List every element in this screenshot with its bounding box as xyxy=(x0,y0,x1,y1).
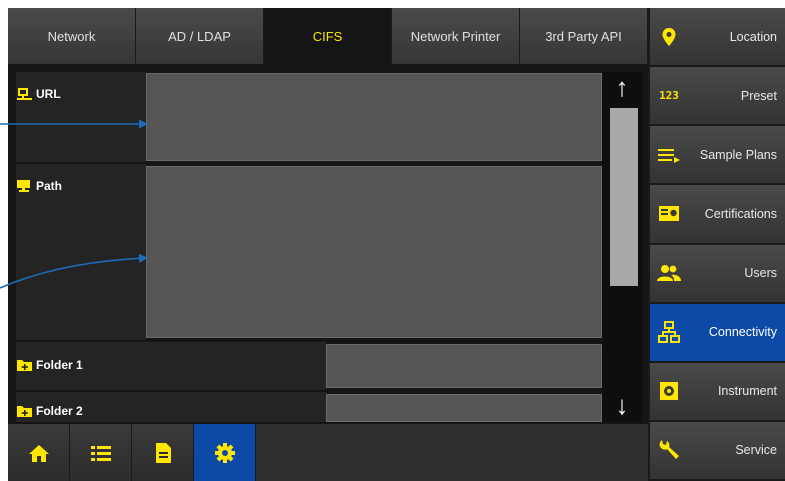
network-drive-icon xyxy=(16,87,33,101)
users-icon xyxy=(656,262,682,284)
tab-bar: Network AD / LDAP CIFS Network Printer 3… xyxy=(8,8,648,64)
home-button[interactable] xyxy=(8,424,70,481)
device-screen: Network AD / LDAP CIFS Network Printer 3… xyxy=(8,8,785,481)
sidebar-item-label: Sample Plans xyxy=(699,147,777,162)
url-input[interactable] xyxy=(146,73,602,161)
network-icon xyxy=(656,321,682,344)
sidebar-item-label: Instrument xyxy=(717,384,777,399)
sidebar-item-service[interactable]: Service xyxy=(650,421,785,479)
sidebar-item-label: Preset xyxy=(740,88,777,103)
url-label-text: URL xyxy=(36,87,61,101)
sidebar-item-sample-plans[interactable]: Sample Plans xyxy=(650,126,785,184)
sidebar-item-label: Connectivity xyxy=(708,325,777,340)
tab-cifs[interactable]: CIFS xyxy=(264,8,392,64)
folder2-input[interactable] xyxy=(326,394,602,422)
sidebar-item-preset[interactable]: 123 Preset xyxy=(650,67,785,125)
settings-button[interactable] xyxy=(194,424,256,481)
list-button[interactable] xyxy=(70,424,132,481)
scroll-thumb[interactable] xyxy=(610,108,638,286)
sidebar-item-instrument[interactable]: Instrument xyxy=(650,362,785,420)
sidebar-item-connectivity[interactable]: Connectivity xyxy=(650,303,785,361)
sidebar-item-label: Certifications xyxy=(704,206,777,221)
url-row xyxy=(16,72,146,162)
path-label-text: Path xyxy=(36,179,63,193)
certificate-icon xyxy=(656,203,682,225)
instrument-icon xyxy=(656,380,682,402)
tab-network-printer[interactable]: Network Printer xyxy=(392,8,520,64)
path-label: Path xyxy=(16,179,62,193)
sidebar-item-label: Users xyxy=(744,266,777,281)
folder2-label: Folder 2 xyxy=(16,404,83,418)
folder-add-icon xyxy=(16,404,33,418)
tab-3rd-party-api[interactable]: 3rd Party API xyxy=(520,8,648,64)
wrench-icon xyxy=(656,439,682,461)
sidebar-item-location[interactable]: Location xyxy=(650,8,785,66)
url-label: URL xyxy=(16,87,61,101)
document-icon xyxy=(155,442,171,463)
scroll-down-arrow-icon[interactable]: ↓ xyxy=(602,390,642,420)
sidebar-item-users[interactable]: Users xyxy=(650,244,785,302)
folder1-label-text: Folder 1 xyxy=(36,358,83,372)
sidebar-item-label: Service xyxy=(735,443,777,458)
folder1-input[interactable] xyxy=(326,344,602,388)
folder2-label-text: Folder 2 xyxy=(36,404,83,418)
tab-network[interactable]: Network xyxy=(8,8,136,64)
numbers-123-icon: 123 xyxy=(659,89,679,103)
bottom-nav xyxy=(8,424,648,481)
folder1-label: Folder 1 xyxy=(16,358,83,372)
location-pin-icon xyxy=(656,26,682,48)
scrollbar[interactable]: ↑ ↓ xyxy=(602,72,642,422)
tab-ad-ldap[interactable]: AD / LDAP xyxy=(136,8,264,64)
path-input[interactable] xyxy=(146,166,602,338)
monitor-folder-icon xyxy=(16,179,33,193)
list-arrow-icon xyxy=(656,144,682,166)
folder-add-icon xyxy=(16,358,33,372)
sidebar-item-certifications[interactable]: Certifications xyxy=(650,185,785,243)
home-icon xyxy=(28,444,49,462)
list-icon xyxy=(90,445,111,461)
document-button[interactable] xyxy=(132,424,194,481)
cifs-settings-panel: URL Path Folder 1 Folder 2 ↑ ↓ xyxy=(8,64,648,424)
scroll-up-arrow-icon[interactable]: ↑ xyxy=(602,72,642,102)
settings-sidebar: Location 123 Preset Sample Plans Certifi… xyxy=(650,8,785,481)
sidebar-item-label: Location xyxy=(729,29,777,44)
gear-icon xyxy=(214,442,235,463)
